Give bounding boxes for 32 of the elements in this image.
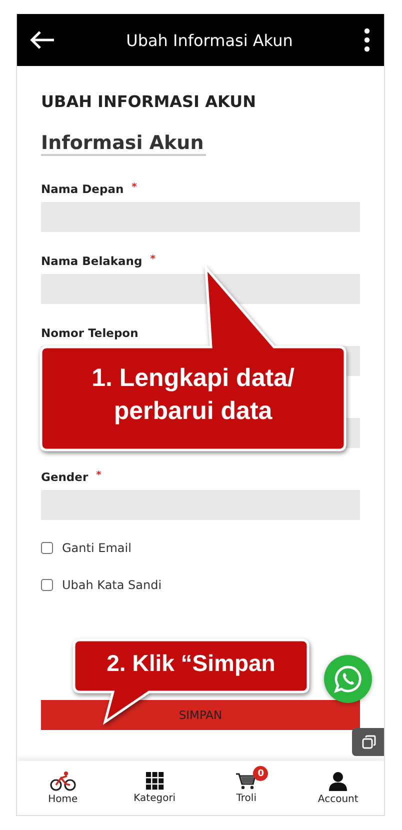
nav-item[interactable]: 0 Troli — [200, 761, 292, 815]
nav-item[interactable]: Home — [17, 761, 109, 815]
nav-item[interactable]: Kategori — [108, 761, 200, 815]
copy-icon — [362, 735, 376, 749]
required-mark: * — [132, 182, 137, 195]
required-mark: * — [96, 470, 102, 483]
cart-icon — [235, 772, 258, 790]
phone-bubble-icon — [333, 664, 363, 694]
header-title: Ubah Informasi Akun — [126, 30, 293, 50]
callout-text: 2. Klik “Simpan — [106, 649, 276, 678]
cart-count-badge: 0 — [253, 766, 268, 781]
section-title: Informasi Akun — [41, 132, 206, 156]
field-label: Gender — [41, 470, 88, 484]
bicycle-icon — [50, 771, 76, 791]
grid-icon — [146, 772, 164, 790]
checkbox-label: Ganti Email — [62, 541, 132, 555]
checkbox[interactable] — [41, 542, 53, 554]
field-label: Nomor Telepon — [41, 326, 138, 340]
chat-button[interactable] — [324, 655, 372, 703]
back-arrow-icon[interactable] — [29, 30, 55, 50]
input-field[interactable] — [41, 274, 360, 304]
required-mark: * — [150, 254, 156, 267]
user-icon — [328, 771, 348, 791]
callout-text: 1. Lengkapi data/ perbarui data — [90, 363, 296, 426]
more-options-icon[interactable] — [364, 28, 370, 52]
page-title: UBAH INFORMASI AKUN — [41, 92, 257, 113]
nav-item[interactable]: Account — [292, 761, 384, 815]
checkbox[interactable] — [41, 579, 53, 591]
checkbox-label: Ubah Kata Sandi — [62, 578, 162, 592]
field-label: Nama Depan — [41, 182, 124, 196]
copy-button[interactable] — [352, 728, 384, 756]
field-label: Nama Belakang — [41, 254, 142, 268]
